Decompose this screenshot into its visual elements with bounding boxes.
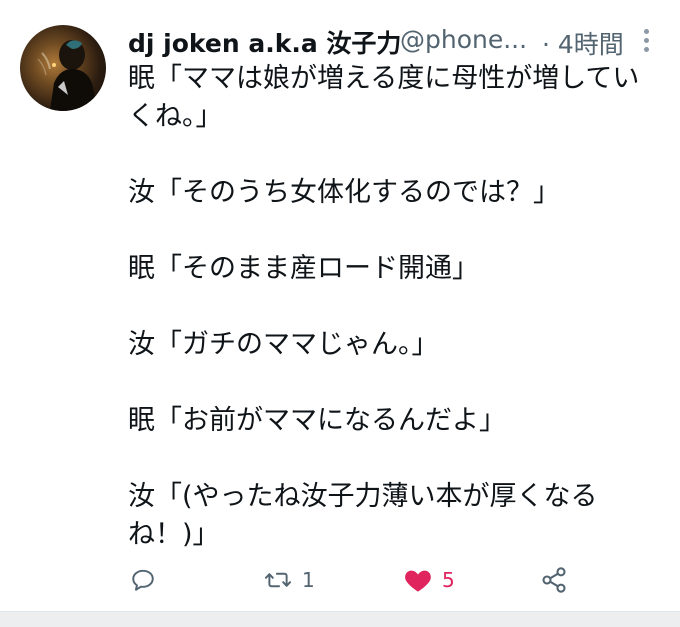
time-separator: · [542,30,550,59]
tweet-line: ね！)」 [128,519,220,550]
retweet-icon [264,572,292,588]
share-button[interactable] [540,560,568,600]
tweet-line: 汝「そのうち女体化するのでは？」 [128,177,560,208]
user-handle[interactable]: @phone... [400,25,527,54]
reply-icon [132,569,154,591]
tweet-line: 眠「お前がママになるんだよ」 [128,405,506,436]
like-button[interactable]: 5 [404,560,455,600]
tweet-text: 眠「ママは娘が増える度に母性が増してい くね。」 汝「そのうち女体化するのでは？… [128,60,640,554]
time-label: 4時間 [557,30,624,59]
retweet-button[interactable]: 1 [264,560,315,600]
tweet-line: くね。」 [128,101,223,132]
more-options-icon[interactable] [636,26,656,56]
share-icon [542,567,566,593]
tweet-line: 眠「ママは娘が増える度に母性が増してい [128,63,640,94]
tweet-line: 汝「ガチのママじゃん。」 [128,329,439,360]
tweet-line: 汝「(やったね汝子力薄い本が厚くなる [128,481,598,512]
avatar[interactable] [20,25,106,111]
timeline-divider [0,611,680,627]
display-name[interactable]: dj joken a.k.a 汝子力 [128,24,401,60]
avatar-image [37,40,98,111]
tweet-header: dj joken a.k.a 汝子力 @phone... · 4時間 [128,22,664,62]
tweet-line: 眠「そのまま産ロード開通」 [128,253,479,284]
tweet-card[interactable]: dj joken a.k.a 汝子力 @phone... · 4時間 眠「ママは… [0,0,680,612]
retweet-count: 1 [302,568,315,592]
tweet-actions: 1 5 [128,560,668,600]
reply-button[interactable] [130,560,156,600]
like-count: 5 [442,568,455,592]
heart-icon [405,570,431,592]
tweet-time[interactable]: · 4時間 [542,25,624,61]
